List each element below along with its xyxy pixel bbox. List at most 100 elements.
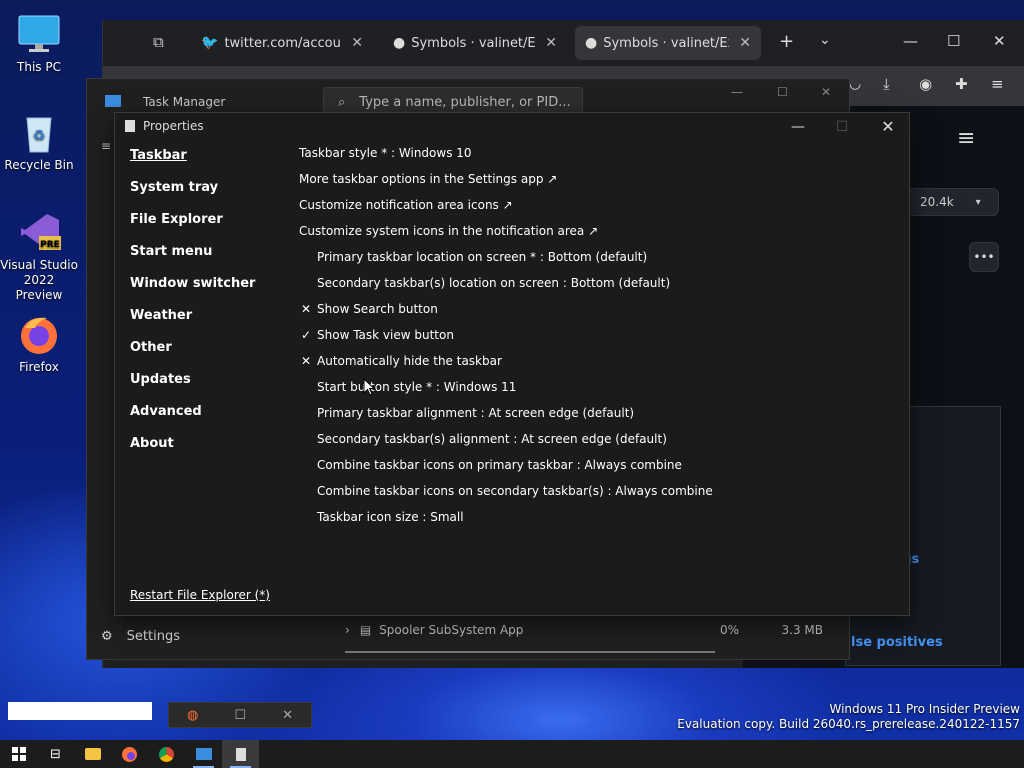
properties-app-icon [125, 120, 135, 132]
link-false-positives[interactable]: lse positives [851, 635, 943, 650]
minimize-icon[interactable]: — [775, 115, 821, 139]
minimize-icon[interactable]: — [731, 85, 743, 99]
chevron-right-icon: › [345, 623, 350, 637]
cross-icon: ✕ [300, 354, 312, 368]
desktop-icon-label: Firefox [19, 360, 59, 374]
taskbar-chrome[interactable] [148, 740, 185, 768]
close-icon[interactable]: ✕ [865, 115, 911, 139]
option-item[interactable]: More taskbar options in the Settings app… [299, 172, 557, 186]
option-item[interactable]: Primary taskbar alignment : At screen ed… [317, 406, 634, 420]
hamburger-icon[interactable]: ≡ [957, 126, 975, 151]
task-view-button[interactable]: ⊟ [37, 740, 74, 768]
option-label: Customize notification area icons ↗ [299, 198, 513, 212]
option-label: Combine taskbar icons on primary taskbar… [317, 458, 682, 472]
option-item[interactable]: Combine taskbar icons on primary taskbar… [317, 458, 682, 472]
maximize-icon[interactable]: ☐ [234, 708, 246, 723]
desktop-icon-firefox[interactable]: Firefox [0, 312, 78, 375]
pocket-icon[interactable]: ◡ [849, 76, 861, 92]
nav-item-file-explorer[interactable]: File Explorer [130, 212, 223, 227]
option-label: More taskbar options in the Settings app… [299, 172, 558, 186]
search-icon: ⌕ [338, 94, 346, 110]
maximize-icon[interactable]: ☐ [947, 32, 960, 50]
chevron-down-icon[interactable]: ⌄ [819, 32, 831, 48]
svg-text:♻: ♻ [33, 128, 46, 144]
option-label: Secondary taskbar(s) alignment : At scre… [317, 432, 667, 446]
settings-nav-item[interactable]: ⚙ Settings [101, 629, 180, 644]
nav-item-system-tray[interactable]: System tray [130, 180, 218, 195]
option-item[interactable]: Combine taskbar icons on secondary taskb… [317, 484, 713, 498]
desktop-icon-this-pc[interactable]: This PC [0, 12, 78, 75]
firefox-icon: ◍ [187, 707, 199, 723]
task-manager-title: Task Manager [143, 95, 226, 109]
close-icon[interactable]: ✕ [993, 32, 1006, 50]
account-icon[interactable]: ◉ [919, 75, 932, 93]
option-item[interactable]: ✕ Automatically hide the taskbar [301, 354, 502, 368]
option-item[interactable]: Taskbar style * : Windows 10 [299, 146, 472, 160]
browser-tab-symbols-2[interactable]: ● Symbols · valinet/Explore ✕ [575, 26, 761, 60]
firefox-icon [122, 746, 137, 762]
option-label: Show Task view button [317, 328, 454, 342]
extensions-icon[interactable]: ✚ [955, 75, 968, 93]
option-item[interactable]: Secondary taskbar(s) alignment : At scre… [317, 432, 667, 446]
properties-app-icon [235, 747, 246, 761]
close-icon[interactable]: ✕ [821, 85, 831, 99]
nav-item-start-menu[interactable]: Start menu [130, 244, 212, 259]
firefox-icon [17, 312, 61, 356]
nav-item-about[interactable]: About [130, 436, 174, 451]
taskbar-file-explorer[interactable] [74, 740, 111, 768]
more-options-button[interactable]: ••• [969, 242, 999, 272]
desktop-icon-visual-studio[interactable]: PRE Visual Studio 2022 Preview [0, 210, 78, 303]
taskbar-properties[interactable] [222, 740, 259, 768]
recycle-bin-icon: ♻ [17, 110, 61, 154]
svg-text:PRE: PRE [40, 240, 60, 250]
maximize-icon[interactable]: ☐ [777, 85, 788, 99]
option-item[interactable]: Primary taskbar location on screen * : B… [317, 250, 647, 264]
check-icon: ✓ [300, 328, 312, 342]
browser-tab-twitter[interactable]: 🐦 twitter.com/account/acc ✕ [191, 26, 373, 60]
new-tab-icon[interactable]: + [779, 31, 794, 52]
mouse-cursor [363, 378, 375, 396]
task-manager-icon [195, 748, 212, 760]
window-thumbnail-preview[interactable]: ◍ ☐ ✕ [168, 702, 312, 728]
close-icon[interactable]: ✕ [545, 35, 557, 51]
option-label: Show Search button [317, 302, 438, 316]
monitor-icon [17, 12, 61, 56]
printer-icon: ▤ [359, 623, 372, 637]
close-icon[interactable]: ✕ [282, 708, 293, 723]
option-item[interactable]: Taskbar icon size : Small [317, 510, 464, 524]
download-icon[interactable]: ⤓ [883, 75, 890, 93]
browser-tab-symbols-1[interactable]: ● Symbols · valinet/Explore ✕ [383, 26, 567, 60]
process-row[interactable]: › ▤ Spooler SubSystem App 0% 3.3 MB [343, 619, 823, 641]
close-icon[interactable]: ✕ [739, 35, 751, 51]
option-item[interactable]: ✓ Show Task view button [301, 328, 454, 342]
minimize-icon[interactable]: — [903, 32, 918, 50]
option-item[interactable]: Start button style * : Windows 11 [317, 380, 516, 394]
chrome-icon [159, 746, 174, 762]
nav-hamburger-icon[interactable]: ≡ [101, 139, 111, 153]
chevron-down-icon: ▾ [975, 196, 981, 208]
option-item[interactable]: ✕ Show Search button [301, 302, 438, 316]
option-label: Primary taskbar location on screen * : B… [317, 250, 648, 264]
taskbar-firefox[interactable] [111, 740, 148, 768]
star-counter[interactable]: 20.4k ▾ [907, 188, 999, 216]
nav-item-advanced[interactable]: Advanced [130, 404, 202, 419]
nav-item-window-switcher[interactable]: Window switcher [130, 276, 255, 291]
menu-icon[interactable]: ≡ [991, 75, 1004, 93]
cross-icon: ✕ [300, 302, 312, 316]
taskbar: ⊟ [0, 740, 1024, 768]
nav-item-other[interactable]: Other [130, 340, 172, 355]
restart-file-explorer-link[interactable]: Restart File Explorer (*) [130, 588, 270, 602]
nav-item-taskbar[interactable]: Taskbar [130, 148, 187, 163]
option-item[interactable]: Secondary taskbar(s) location on screen … [317, 276, 670, 290]
tab-actions-icon[interactable]: ⧉ [153, 33, 164, 51]
start-button[interactable] [0, 740, 37, 768]
close-icon[interactable]: ✕ [351, 35, 363, 51]
nav-item-weather[interactable]: Weather [130, 308, 192, 323]
visual-studio-icon: PRE [17, 210, 61, 254]
scrollbar[interactable] [345, 651, 715, 653]
option-item[interactable]: Customize notification area icons ↗ [299, 198, 513, 212]
desktop-icon-recycle-bin[interactable]: ♻ Recycle Bin [0, 110, 78, 173]
option-item[interactable]: Customize system icons in the notificati… [299, 224, 598, 238]
taskbar-task-manager[interactable] [185, 740, 222, 768]
nav-item-updates[interactable]: Updates [130, 372, 191, 387]
